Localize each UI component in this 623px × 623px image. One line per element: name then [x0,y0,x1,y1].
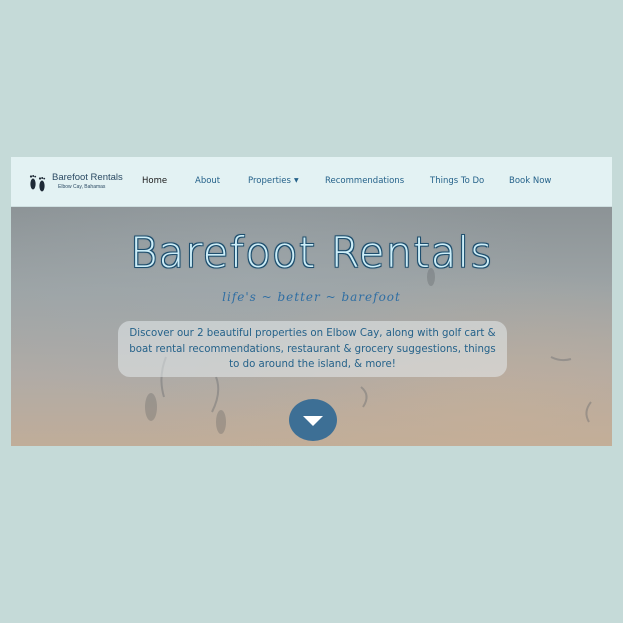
intro-box: Discover our 2 beautiful properties on E… [118,321,507,377]
chevron-down-icon [303,416,323,426]
nav-properties-label: Properties [248,176,291,186]
hero-section: Barefoot Rentals life's ~ better ~ baref… [11,207,612,446]
hero-title: Barefoot Rentals [130,228,493,277]
intro-text: Discover our 2 beautiful properties on E… [129,328,496,370]
nav-things-to-do[interactable]: Things To Do [430,176,484,186]
website-screenshot: Barefoot Rentals Elbow Cay, Bahamas Home… [11,157,612,446]
caret-down-icon: ▼ [293,177,299,184]
nav-book-now[interactable]: Book Now [509,176,551,186]
nav-about[interactable]: About [195,176,220,186]
hero-tagline: life's ~ better ~ barefoot [222,290,401,304]
nav-properties[interactable]: Properties ▼ [248,176,299,186]
navbar: Barefoot Rentals Elbow Cay, Bahamas Home… [11,157,612,207]
brand-subtitle: Elbow Cay, Bahamas [58,184,106,190]
nav-recommendations[interactable]: Recommendations [325,176,404,186]
brand-name: Barefoot Rentals [52,172,123,183]
scroll-down-button[interactable] [289,399,337,441]
nav-home[interactable]: Home [142,176,167,186]
footprints-icon [29,175,46,192]
